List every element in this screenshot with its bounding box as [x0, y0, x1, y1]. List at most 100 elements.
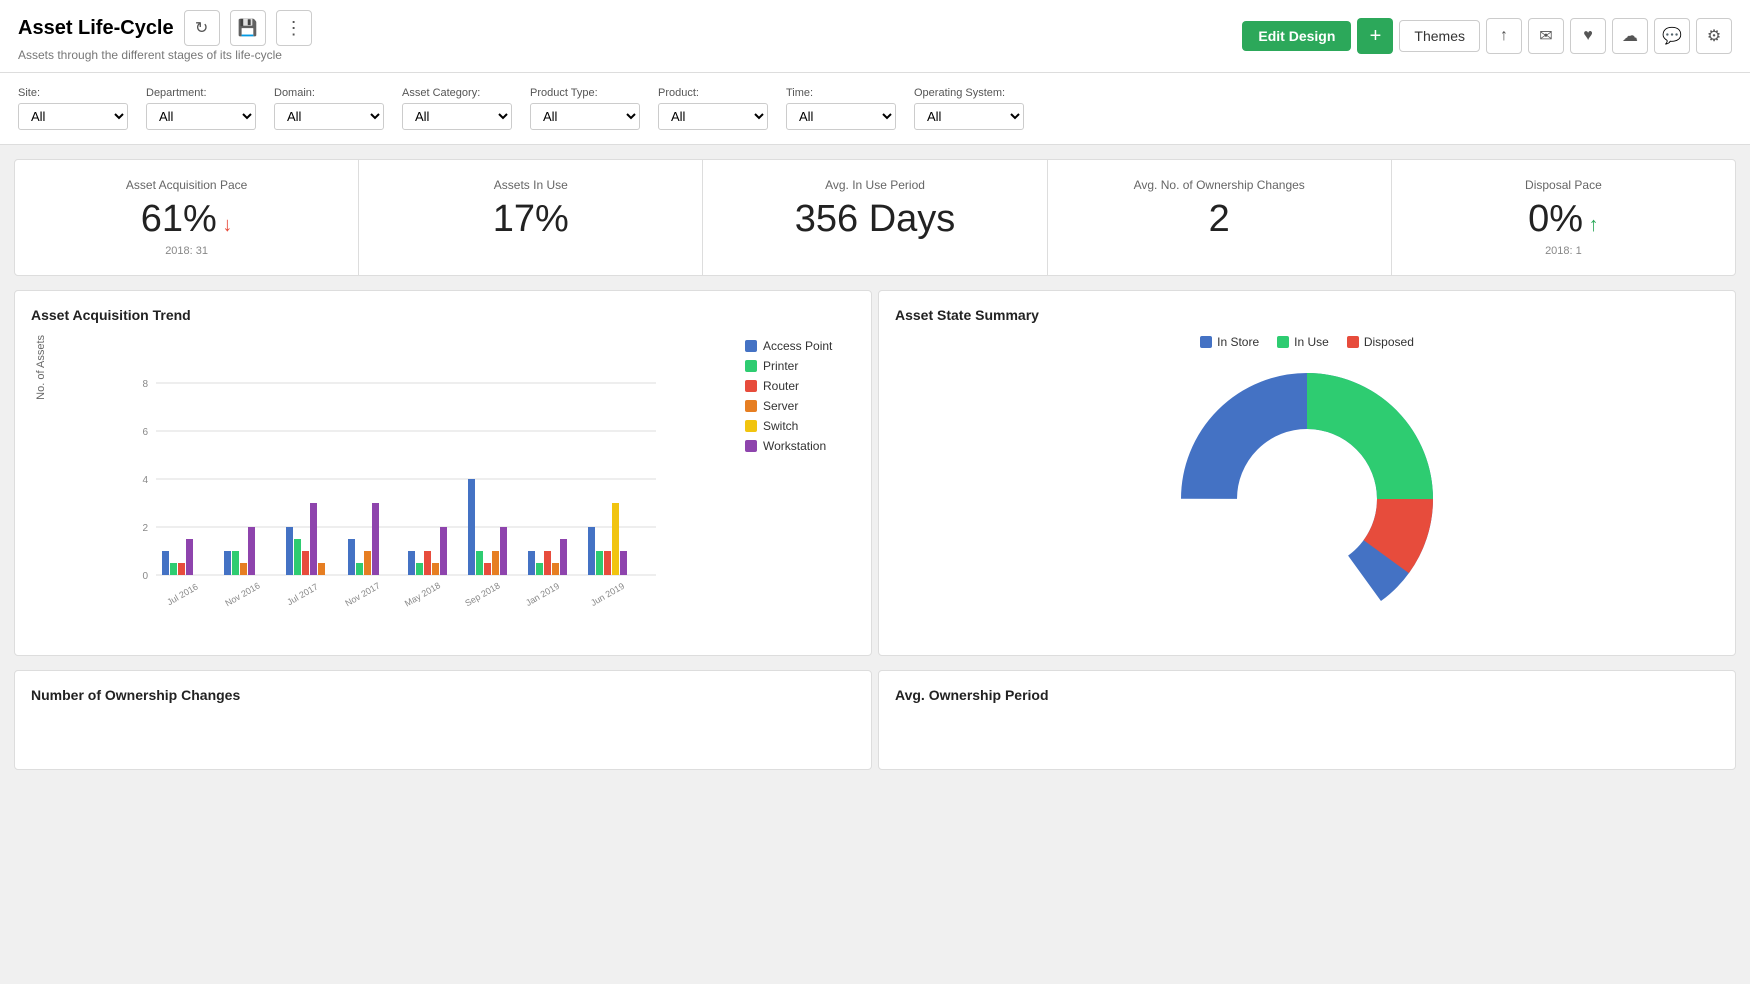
- kpi-disposal-pace: Disposal Pace 0% ↑ 2018: 1: [1392, 160, 1735, 275]
- email-button[interactable]: ✉: [1528, 18, 1564, 54]
- filter-product-select[interactable]: All: [658, 103, 768, 130]
- filter-department: Department: All: [146, 87, 256, 130]
- kpi-asset-acquisition-pace: Asset Acquisition Pace 61% ↓ 2018: 31: [15, 160, 359, 275]
- filter-product-type-select[interactable]: All: [530, 103, 640, 130]
- kpi-assets-in-use: Assets In Use 17%: [359, 160, 703, 275]
- legend-label-access-point: Access Point: [763, 339, 832, 353]
- bottom-title-0: Number of Ownership Changes: [31, 687, 855, 703]
- filter-domain-select[interactable]: All: [274, 103, 384, 130]
- svg-text:4: 4: [142, 475, 148, 486]
- kpi-value-1: 17%: [379, 198, 682, 241]
- filters-bar: Site: All Department: All Domain: All As…: [0, 73, 1750, 145]
- filter-time: Time: All: [786, 87, 896, 130]
- legend-color-router: [745, 380, 757, 392]
- bar-chart-card: Asset Acquisition Trend No. of Assets 0 …: [14, 290, 872, 656]
- edit-design-button[interactable]: Edit Design: [1242, 21, 1351, 51]
- app-title: Asset Life-Cycle: [18, 17, 174, 40]
- donut-svg: [1167, 359, 1447, 639]
- charts-row: Asset Acquisition Trend No. of Assets 0 …: [14, 290, 1736, 656]
- refresh-button[interactable]: ↻: [184, 10, 220, 46]
- donut-legend-label-in-store: In Store: [1217, 335, 1259, 349]
- bottom-row: Number of Ownership Changes Avg. Ownersh…: [14, 670, 1736, 770]
- svg-text:Nov 2016: Nov 2016: [223, 580, 261, 608]
- legend-printer: Printer: [745, 359, 855, 373]
- kpi-avg-in-use-period: Avg. In Use Period 356 Days: [703, 160, 1047, 275]
- bar-chart-container: No. of Assets 0 2 4 6 8: [31, 335, 855, 618]
- trend-down-icon-0: ↓: [217, 214, 233, 236]
- legend-color-printer: [745, 360, 757, 372]
- kpi-label-4: Disposal Pace: [1412, 178, 1715, 192]
- filter-asset-category-label: Asset Category:: [402, 87, 512, 99]
- trend-up-icon-4: ↑: [1583, 214, 1599, 236]
- filter-site-select[interactable]: All: [18, 103, 128, 130]
- bar-chart-title: Asset Acquisition Trend: [31, 307, 855, 323]
- chat-button[interactable]: 💬: [1654, 18, 1690, 54]
- filter-domain-label: Domain:: [274, 87, 384, 99]
- svg-text:Jan 2019: Jan 2019: [524, 581, 561, 608]
- donut-legend-disposed: Disposed: [1347, 335, 1414, 349]
- filter-time-select[interactable]: All: [786, 103, 896, 130]
- donut-container: In Store In Use Disposed: [895, 335, 1719, 639]
- filter-product-type-label: Product Type:: [530, 87, 640, 99]
- header-icons: Edit Design + Themes ↑ ✉ ♥ ☁ 💬 ⚙: [1242, 18, 1732, 54]
- donut-legend-label-disposed: Disposed: [1364, 335, 1414, 349]
- legend-workstation: Workstation: [745, 439, 855, 453]
- donut-legend-color-in-store: [1200, 336, 1212, 348]
- svg-text:Nov 2017: Nov 2017: [343, 580, 381, 608]
- kpi-label-3: Avg. No. of Ownership Changes: [1068, 178, 1371, 192]
- kpi-value-3: 2: [1068, 198, 1371, 241]
- svg-text:8: 8: [142, 379, 148, 390]
- legend-label-server: Server: [763, 399, 798, 413]
- kpi-sub-0: 2018: 31: [35, 245, 338, 257]
- kpi-value-2: 356 Days: [723, 198, 1026, 241]
- filter-department-select[interactable]: All: [146, 103, 256, 130]
- legend-color-workstation: [745, 440, 757, 452]
- settings-button[interactable]: ⚙: [1696, 18, 1732, 54]
- filter-domain: Domain: All: [274, 87, 384, 130]
- bottom-ownership-changes-card: Number of Ownership Changes: [14, 670, 872, 770]
- legend-label-workstation: Workstation: [763, 439, 826, 453]
- bar-chart-area: 0 2 4 6 8: [57, 335, 735, 618]
- network-button[interactable]: ♥: [1570, 18, 1606, 54]
- legend-router: Router: [745, 379, 855, 393]
- header: Asset Life-Cycle ↻ 💾 ⋮ Assets through th…: [0, 0, 1750, 73]
- donut-chart-title: Asset State Summary: [895, 307, 1719, 323]
- filter-site: Site: All: [18, 87, 128, 130]
- filter-asset-category: Asset Category: All: [402, 87, 512, 130]
- kpi-sub-4: 2018: 1: [1412, 245, 1715, 257]
- donut-legend-label-in-use: In Use: [1294, 335, 1329, 349]
- share-button[interactable]: ↑: [1486, 18, 1522, 54]
- donut-legend-color-in-use: [1277, 336, 1289, 348]
- kpi-ownership-changes: Avg. No. of Ownership Changes 2: [1048, 160, 1392, 275]
- filter-department-label: Department:: [146, 87, 256, 99]
- add-button[interactable]: +: [1357, 18, 1393, 54]
- svg-text:2: 2: [142, 523, 148, 534]
- kpi-value-0: 61% ↓: [35, 198, 338, 241]
- legend-color-switch: [745, 420, 757, 432]
- upload-button[interactable]: ☁: [1612, 18, 1648, 54]
- kpi-label-2: Avg. In Use Period: [723, 178, 1026, 192]
- filter-asset-category-select[interactable]: All: [402, 103, 512, 130]
- donut-legend: In Store In Use Disposed: [1200, 335, 1414, 349]
- legend-access-point: Access Point: [745, 339, 855, 353]
- filter-product-type: Product Type: All: [530, 87, 640, 130]
- legend-label-printer: Printer: [763, 359, 798, 373]
- more-options-button[interactable]: ⋮: [276, 10, 312, 46]
- header-title-row: Asset Life-Cycle ↻ 💾 ⋮: [18, 10, 312, 46]
- donut-legend-in-use: In Use: [1277, 335, 1329, 349]
- legend-label-router: Router: [763, 379, 799, 393]
- kpi-label-1: Assets In Use: [379, 178, 682, 192]
- svg-text:Jul 2017: Jul 2017: [285, 582, 319, 608]
- filter-os-select[interactable]: All: [914, 103, 1024, 130]
- themes-button[interactable]: Themes: [1399, 20, 1480, 52]
- save-button[interactable]: 💾: [230, 10, 266, 46]
- svg-text:0: 0: [142, 571, 148, 582]
- svg-text:Jul 2016: Jul 2016: [165, 582, 199, 608]
- bottom-title-1: Avg. Ownership Period: [895, 687, 1719, 703]
- filter-product: Product: All: [658, 87, 768, 130]
- bar-chart-svg: 0 2 4 6 8: [57, 335, 735, 615]
- legend-server: Server: [745, 399, 855, 413]
- header-subtitle: Assets through the different stages of i…: [18, 48, 312, 62]
- legend-color-access-point: [745, 340, 757, 352]
- svg-text:Jun 2019: Jun 2019: [589, 581, 626, 608]
